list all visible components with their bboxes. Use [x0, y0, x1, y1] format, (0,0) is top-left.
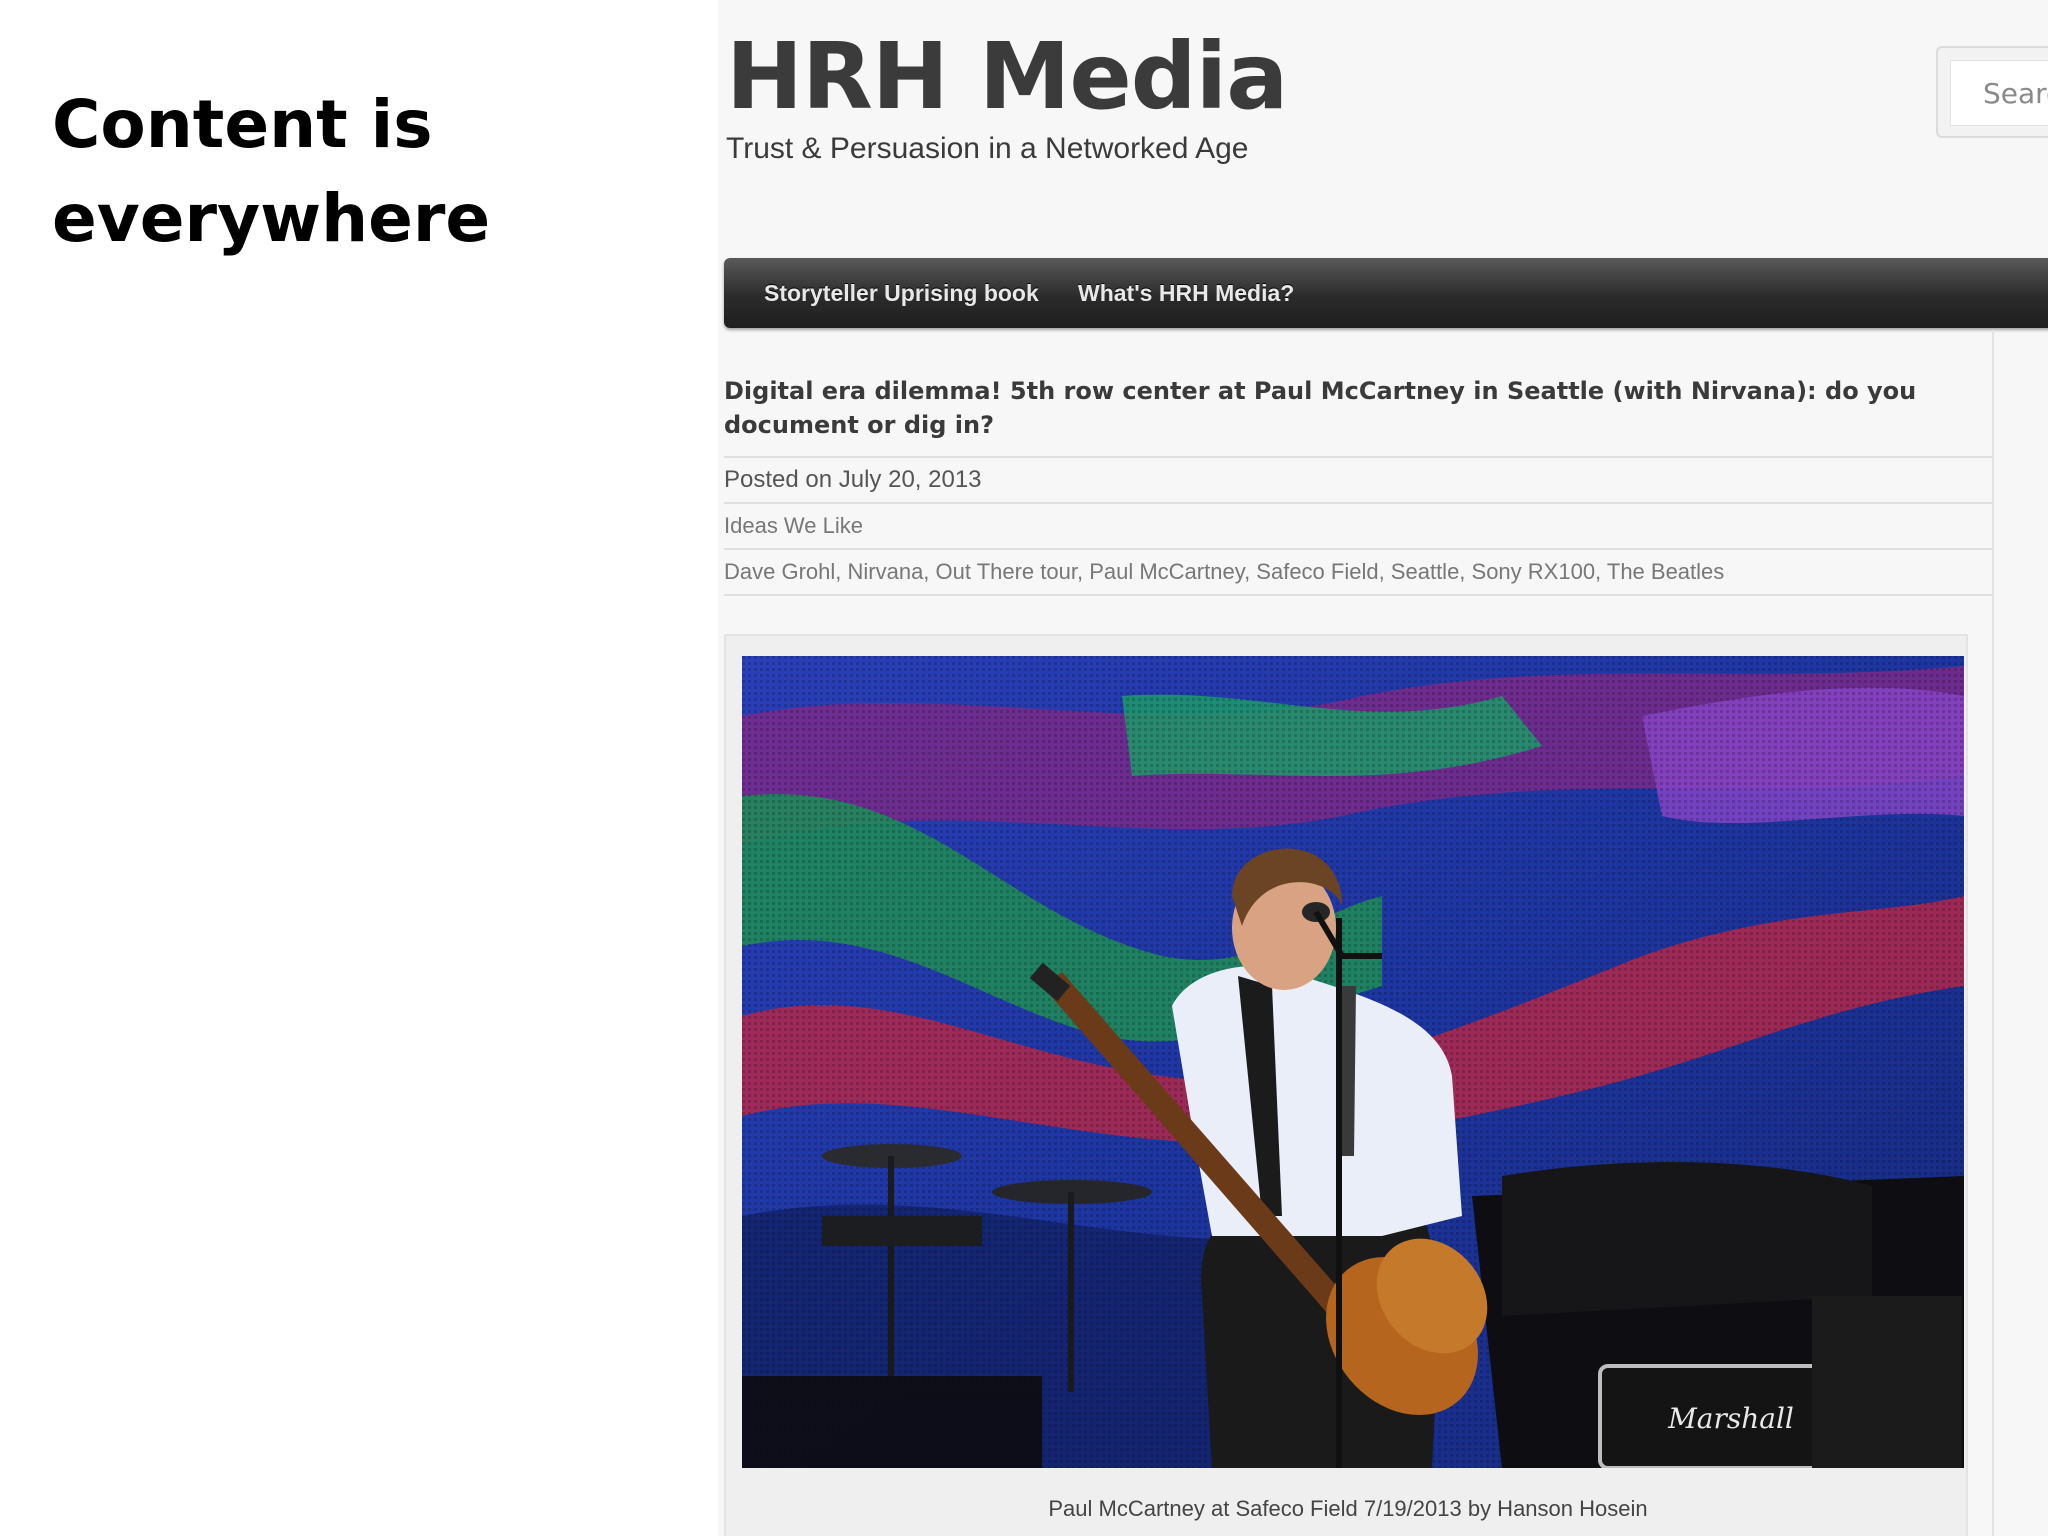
photo-frame: Marshall Paul McCartney at Safeco Field … [724, 634, 1968, 1536]
sidebar-divider [1992, 330, 1994, 1536]
post-tags[interactable]: Dave Grohl, Nirvana, Out There tour, Pau… [724, 548, 1992, 596]
concert-photo: Marshall [742, 656, 1964, 1468]
website-screenshot: HRH Media Trust & Persuasion in a Networ… [718, 0, 2048, 1536]
slide-title: Content is everywhere [52, 78, 612, 266]
nav-item-whats-hrh-media[interactable]: What's HRH Media? [1078, 258, 1294, 328]
nav-item-storyteller-uprising-book[interactable]: Storyteller Uprising book [764, 258, 1039, 328]
post-date: Posted on July 20, 2013 [724, 456, 1992, 501]
concert-photo-illustration: Marshall [742, 656, 1964, 1468]
site-tagline: Trust & Persuasion in a Networked Age [726, 132, 1249, 165]
amp-logo: Marshall [1667, 1402, 1794, 1435]
photo-caption: Paul McCartney at Safeco Field 7/19/2013… [1048, 1496, 1648, 1521]
search-input[interactable] [1950, 60, 2048, 126]
slide-title-line-1: Content is [52, 86, 433, 163]
post-title[interactable]: Digital era dilemma! 5th row center at P… [724, 374, 1974, 442]
main-navigation: Storyteller Uprising book What's HRH Med… [724, 258, 2048, 328]
slide-title-line-2: everywhere [52, 180, 491, 257]
post-category[interactable]: Ideas We Like [724, 502, 1992, 547]
site-logo[interactable]: HRH Media [726, 22, 1288, 132]
